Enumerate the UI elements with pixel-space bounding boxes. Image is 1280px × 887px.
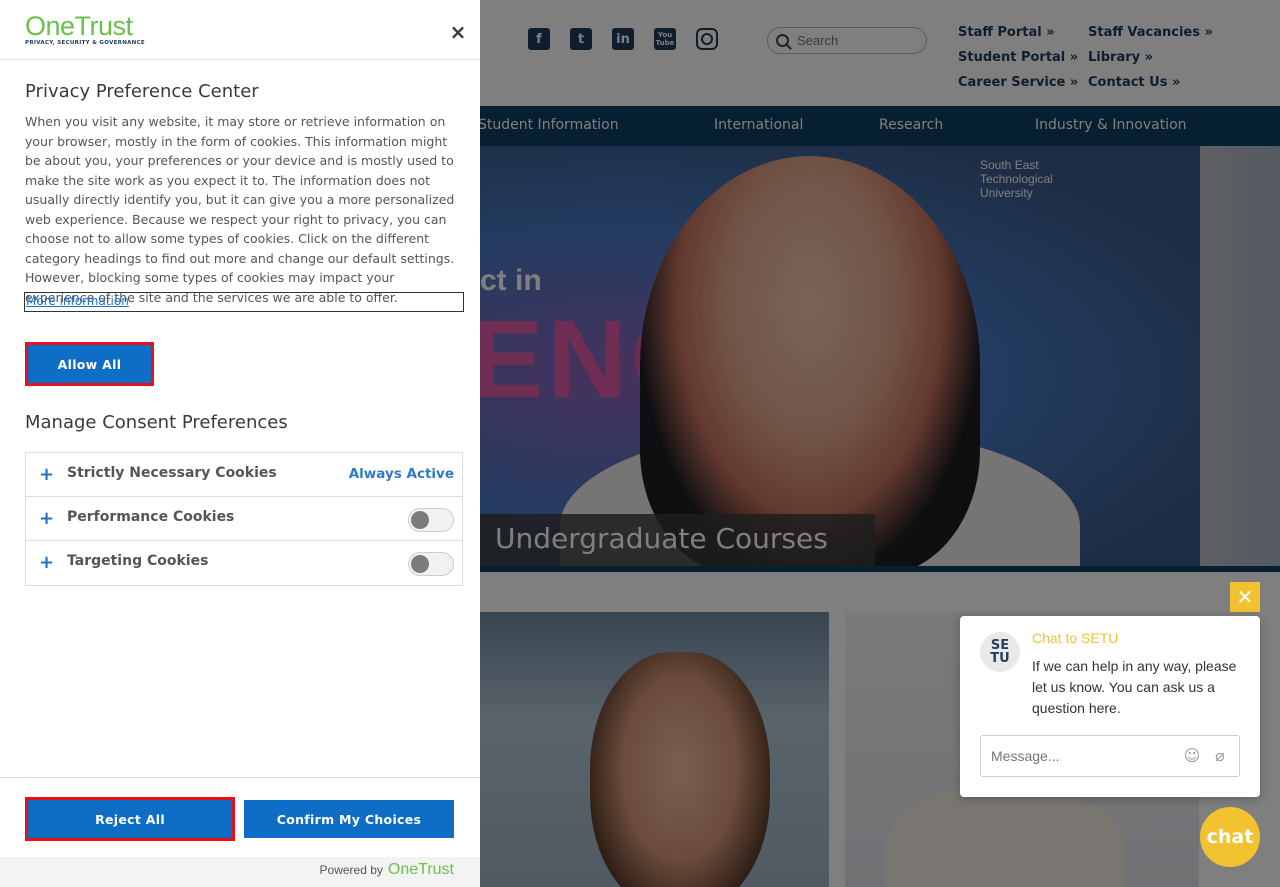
cookie-categories: + Strictly Necessary Cookies Always Acti… — [25, 452, 463, 586]
powered-by-bar: Powered by OneTrust — [0, 857, 480, 887]
allow-all-button[interactable]: Allow All — [25, 342, 154, 386]
onetrust-logo-tagline: PRIVACY, SECURITY & GOVERNANCE — [25, 40, 145, 46]
panel-header: OneTrust PRIVACY, SECURITY & GOVERNANCE … — [0, 0, 480, 60]
performance-cookies-toggle[interactable] — [408, 508, 454, 532]
expand-icon: + — [39, 552, 55, 573]
attachment-icon[interactable]: ⌀ — [1211, 747, 1229, 765]
onetrust-logo: OneTrust PRIVACY, SECURITY & GOVERNANCE — [25, 11, 145, 47]
category-performance[interactable]: + Performance Cookies — [26, 497, 462, 541]
toggle-knob — [411, 555, 429, 573]
more-information-link[interactable]: More information — [24, 292, 464, 312]
toggle-knob — [411, 511, 429, 529]
onetrust-brand: OneTrust — [387, 861, 454, 878]
panel-title: Privacy Preference Center — [25, 81, 259, 102]
close-icon[interactable]: × — [448, 20, 468, 44]
chat-launcher-button[interactable]: chat — [1200, 807, 1260, 867]
expand-icon: + — [39, 508, 55, 529]
category-targeting[interactable]: + Targeting Cookies — [26, 541, 462, 585]
onetrust-logo-name: OneTrust — [25, 11, 133, 41]
chat-message-input[interactable] — [991, 748, 1173, 764]
targeting-cookies-toggle[interactable] — [408, 552, 454, 576]
reject-all-button[interactable]: Reject All — [25, 797, 235, 841]
category-label: Performance Cookies — [67, 509, 235, 525]
panel-description: When you visit any website, it may store… — [25, 114, 455, 305]
always-active-status: Always Active — [348, 466, 454, 482]
chat-input-box: ☺ ⌀ — [980, 735, 1240, 777]
chat-close-button[interactable]: ✕ — [1230, 582, 1260, 612]
category-strictly-necessary[interactable]: + Strictly Necessary Cookies Always Acti… — [26, 453, 462, 497]
powered-by-label: Powered by — [319, 863, 383, 877]
category-label: Strictly Necessary Cookies — [67, 465, 277, 481]
chat-widget: SE TU Chat to SETU If we can help in any… — [960, 616, 1260, 797]
chat-avatar: SE TU — [980, 632, 1020, 672]
emoji-icon[interactable]: ☺ — [1183, 747, 1201, 765]
powered-by-onetrust[interactable]: Powered by OneTrust — [320, 861, 454, 879]
confirm-my-choices-button[interactable]: Confirm My Choices — [244, 800, 454, 838]
chat-title: Chat to SETU — [1032, 630, 1119, 646]
privacy-preference-center: OneTrust PRIVACY, SECURITY & GOVERNANCE … — [0, 0, 480, 887]
category-label: Targeting Cookies — [67, 553, 209, 569]
expand-icon: + — [39, 464, 55, 485]
chat-message: If we can help in any way, please let us… — [1032, 658, 1237, 716]
manage-consent-title: Manage Consent Preferences — [25, 412, 288, 433]
